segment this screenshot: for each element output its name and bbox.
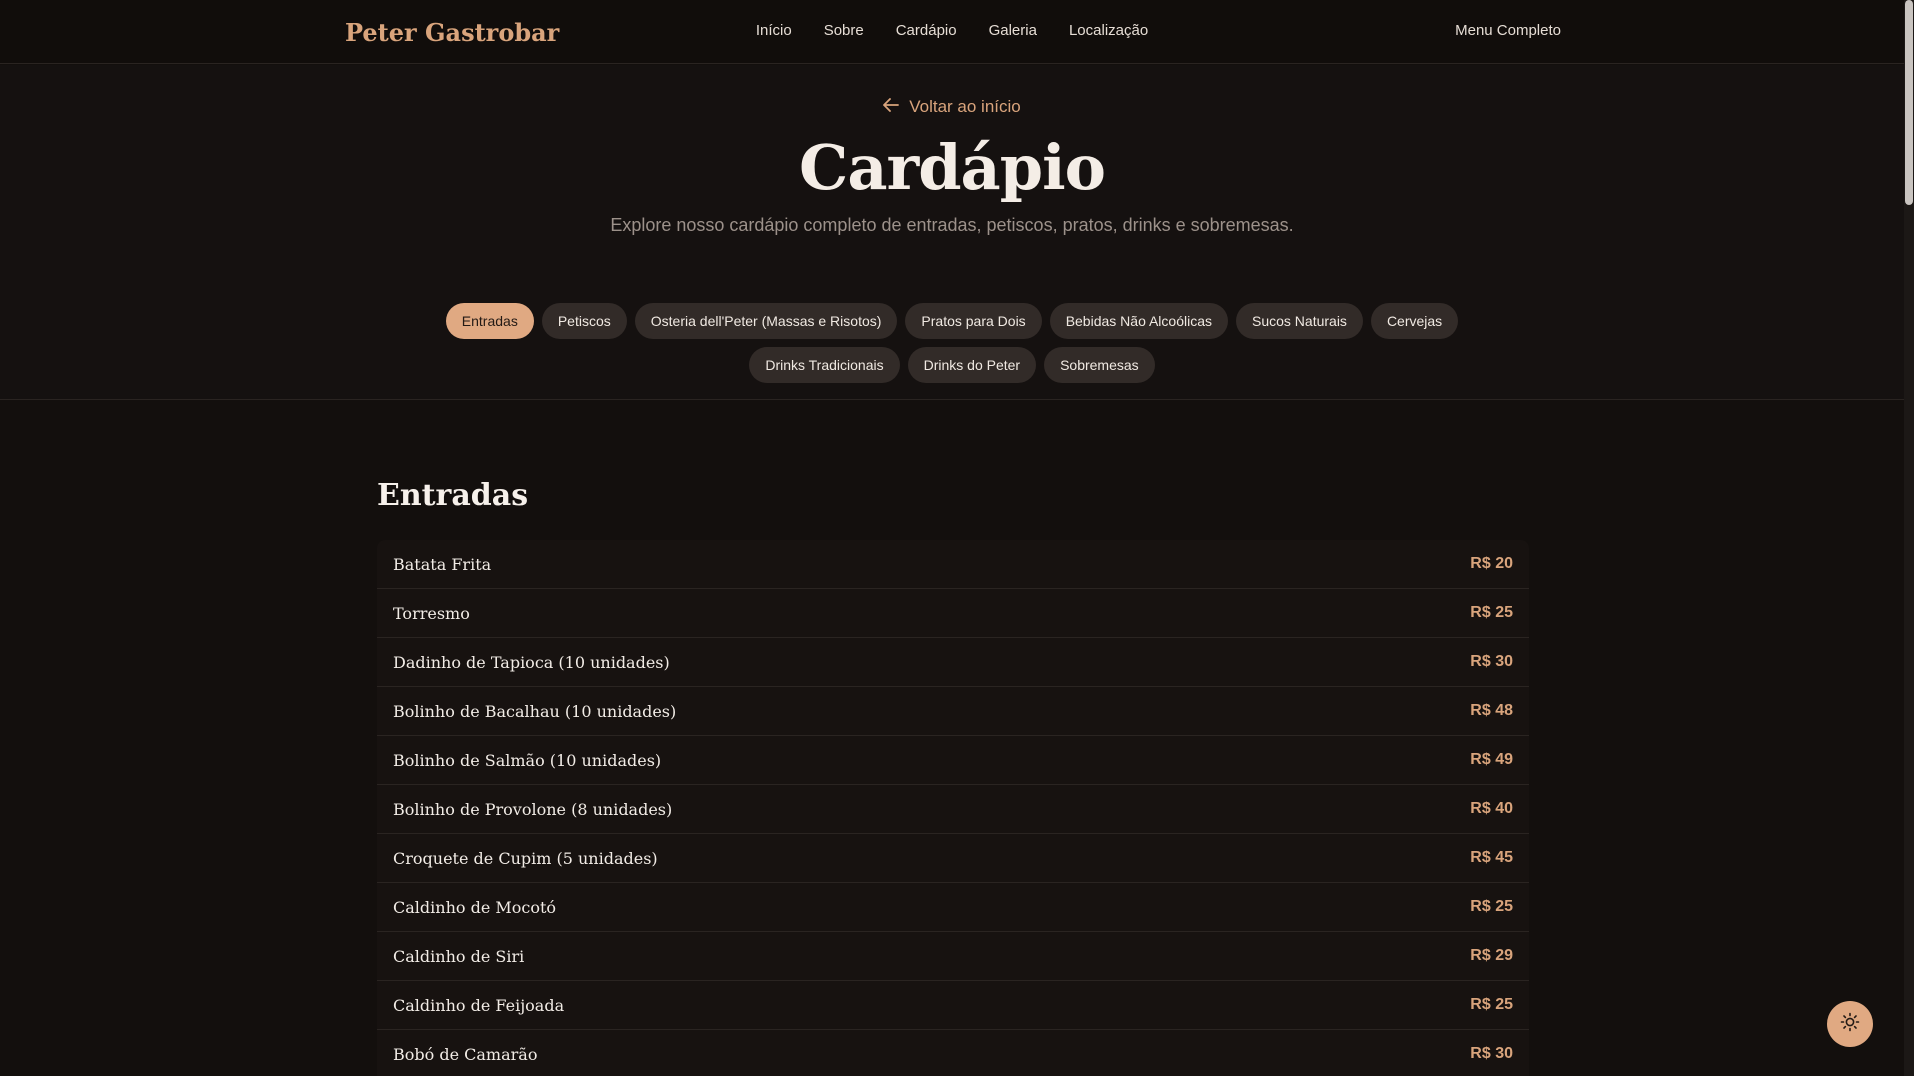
menu-item-name: Caldinho de Feijoada	[393, 995, 565, 1015]
nav-item-cardapio[interactable]: Cardápio	[896, 22, 957, 39]
menu-item-price: R$ 40	[1470, 800, 1513, 817]
menu-item-name: Bolinho de Bacalhau (10 unidades)	[393, 701, 677, 721]
tab-entradas[interactable]: Entradas	[445, 303, 534, 339]
arrow-left-icon	[883, 97, 900, 117]
theme-toggle-button[interactable]	[1827, 1001, 1873, 1047]
back-link[interactable]: Voltar ao início	[0, 97, 1904, 117]
menu-item-name: Batata Frita	[393, 554, 492, 574]
menu-item-name: Dadinho de Tapioca (10 unidades)	[393, 652, 670, 672]
menu-item-name: Croquete de Cupim (5 unidades)	[393, 848, 658, 868]
menu-item: Torresmo R$ 25	[377, 589, 1529, 638]
tab-drinks-tradicionais[interactable]: Drinks Tradicionais	[749, 347, 900, 383]
sun-icon	[1840, 1012, 1860, 1037]
scrollbar-thumb[interactable]	[1905, 0, 1913, 205]
tab-petiscos[interactable]: Petiscos	[541, 303, 627, 339]
menu-item-price: R$ 25	[1470, 604, 1513, 621]
menu-item: Bolinho de Bacalhau (10 unidades) R$ 48	[377, 687, 1529, 736]
main-nav: Início Sobre Cardápio Galeria Localizaçã…	[0, 22, 1904, 39]
hero-section: Voltar ao início Cardápio Explore nosso …	[0, 65, 1904, 400]
tab-osteria[interactable]: Osteria dell'Peter (Massas e Risotos)	[634, 303, 898, 339]
menu-item: Croquete de Cupim (5 unidades) R$ 45	[377, 834, 1529, 883]
menu-item-name: Bolinho de Salmão (10 unidades)	[393, 750, 662, 770]
menu-item: Dadinho de Tapioca (10 unidades) R$ 30	[377, 638, 1529, 687]
menu-item-name: Bolinho de Provolone (8 unidades)	[393, 799, 673, 819]
menu-item-price: R$ 48	[1470, 702, 1513, 719]
menu-item-price: R$ 25	[1470, 898, 1513, 915]
menu-item-price: R$ 49	[1470, 751, 1513, 768]
tab-cervejas[interactable]: Cervejas	[1370, 303, 1459, 339]
section-title: Entradas	[377, 478, 529, 513]
menu-item: Bobó de Camarão R$ 30	[377, 1030, 1529, 1076]
menu-item: Caldinho de Feijoada R$ 25	[377, 981, 1529, 1030]
menu-item-price: R$ 25	[1470, 996, 1513, 1013]
menu-item: Bolinho de Salmão (10 unidades) R$ 49	[377, 736, 1529, 785]
nav-item-inicio[interactable]: Início	[756, 22, 792, 39]
menu-item-price: R$ 29	[1470, 947, 1513, 964]
menu-item-name: Bobó de Camarão	[393, 1044, 538, 1064]
menu-item-name: Caldinho de Siri	[393, 946, 525, 966]
tab-pratos-para-dois[interactable]: Pratos para Dois	[905, 303, 1042, 339]
tab-drinks-do-peter[interactable]: Drinks do Peter	[907, 347, 1037, 383]
tab-bebidas-nao-alcoolicas[interactable]: Bebidas Não Alcoólicas	[1049, 303, 1228, 339]
category-tabs: Entradas Petiscos Osteria dell'Peter (Ma…	[370, 303, 1534, 383]
menu-list: Batata Frita R$ 20 Torresmo R$ 25 Dadinh…	[377, 540, 1529, 1076]
back-link-label: Voltar ao início	[909, 97, 1021, 116]
menu-completo-link[interactable]: Menu Completo	[1455, 22, 1561, 39]
menu-item-price: R$ 30	[1470, 653, 1513, 670]
site-header: Peter Gastrobar Início Sobre Cardápio Ga…	[0, 0, 1904, 64]
menu-item-price: R$ 20	[1470, 555, 1513, 572]
tab-sucos-naturais[interactable]: Sucos Naturais	[1236, 303, 1363, 339]
nav-item-localizacao[interactable]: Localização	[1069, 22, 1148, 39]
nav-item-sobre[interactable]: Sobre	[824, 22, 864, 39]
tab-sobremesas[interactable]: Sobremesas	[1044, 347, 1155, 383]
menu-item: Bolinho de Provolone (8 unidades) R$ 40	[377, 785, 1529, 834]
menu-item-name: Caldinho de Mocotó	[393, 897, 557, 917]
menu-item: Batata Frita R$ 20	[377, 540, 1529, 589]
page-scrollbar[interactable]	[1904, 0, 1914, 1076]
page-subtitle: Explore nosso cardápio completo de entra…	[610, 215, 1294, 235]
menu-item-price: R$ 30	[1470, 1045, 1513, 1062]
menu-item: Caldinho de Mocotó R$ 25	[377, 883, 1529, 932]
menu-item-price: R$ 45	[1470, 849, 1513, 866]
menu-item: Caldinho de Siri R$ 29	[377, 932, 1529, 981]
nav-item-galeria[interactable]: Galeria	[989, 22, 1037, 39]
menu-item-name: Torresmo	[393, 603, 470, 623]
page-title: Cardápio	[799, 131, 1106, 204]
